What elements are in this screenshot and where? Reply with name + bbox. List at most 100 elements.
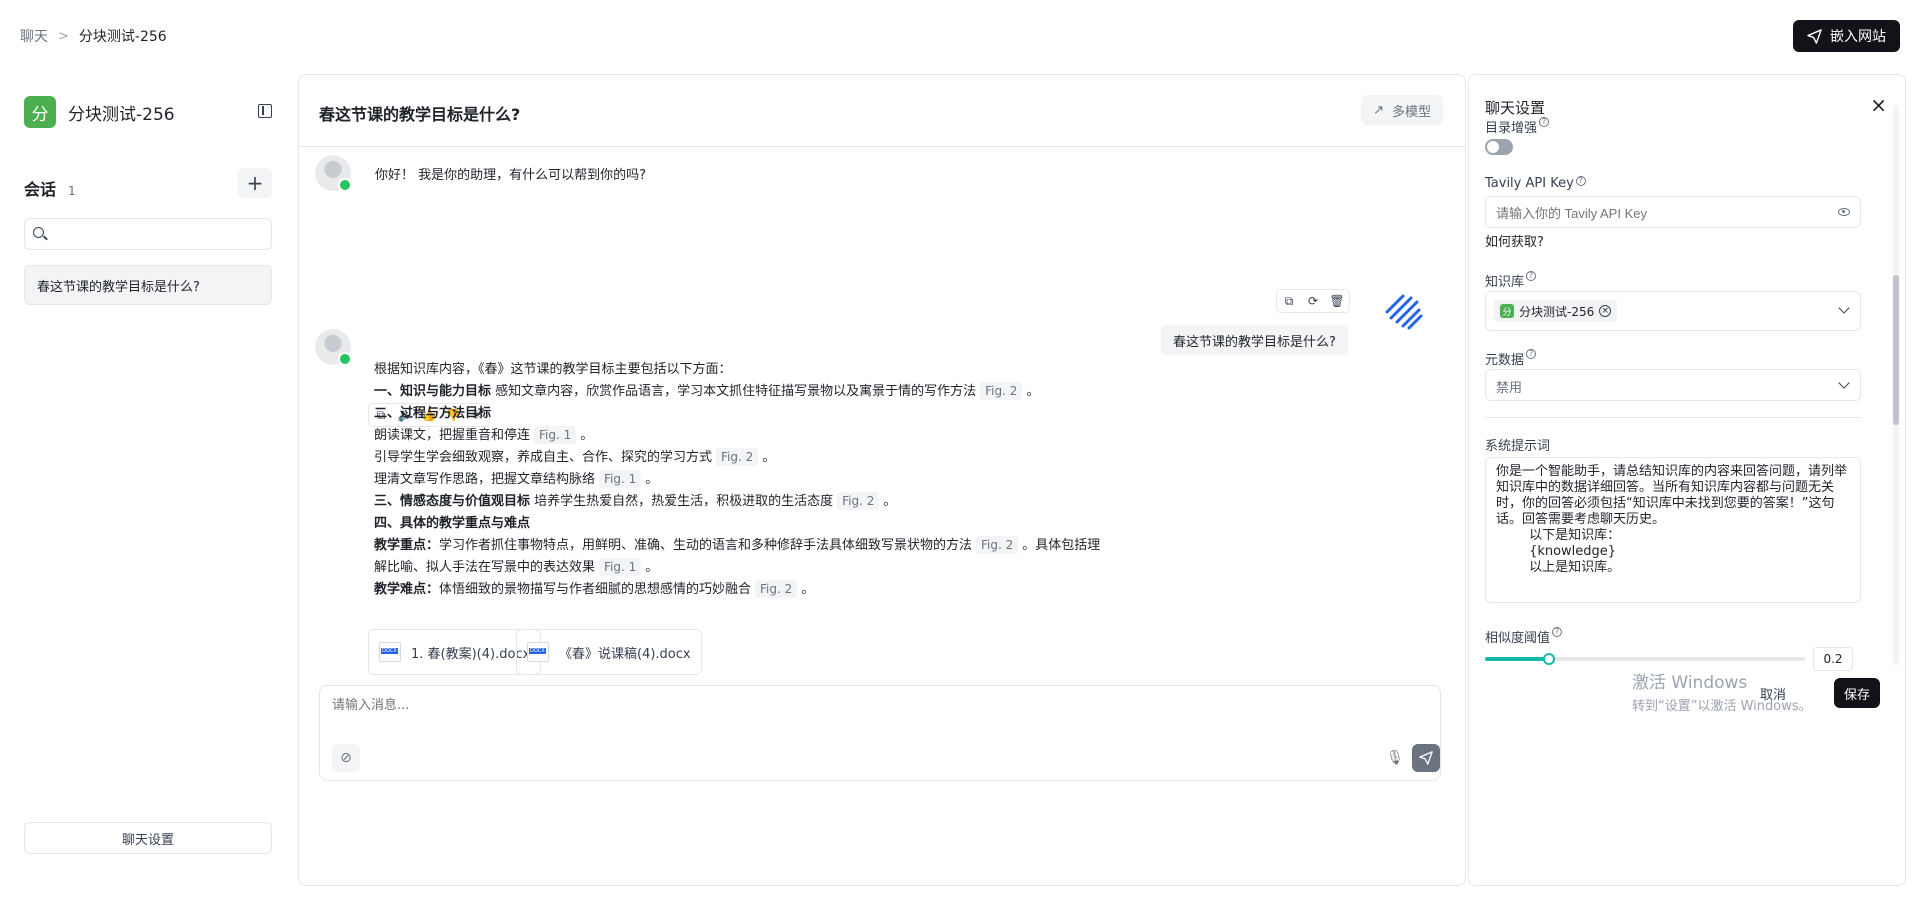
toc-label: 目录增强? — [1485, 117, 1550, 136]
send-message-button[interactable] — [1412, 744, 1440, 772]
how-to-get-link[interactable]: 如何获取? — [1485, 231, 1544, 250]
similarity-value[interactable]: 0.2 — [1813, 647, 1853, 671]
chevron-down-icon — [1838, 377, 1850, 389]
multi-model-button[interactable]: ↗ 多模型 — [1361, 95, 1443, 125]
figure-ref[interactable]: Fig. 1 — [599, 558, 642, 576]
settings-title: 聊天设置 — [1485, 99, 1546, 117]
chat-settings-panel: 聊天设置 × 目录增强? Tavily API Key? 如何获取? 知识库? … — [1468, 74, 1906, 886]
figure-ref[interactable]: Fig. 2 — [837, 492, 880, 510]
chat-settings-button[interactable]: 聊天设置 — [24, 822, 272, 854]
knowledge-base-tag: 分 分块测试-256 × — [1494, 300, 1618, 322]
assistant-avatar-2 — [315, 329, 352, 366]
paperclip-icon[interactable]: ⊘ — [332, 744, 360, 772]
assistant-avatar — [315, 155, 352, 192]
docx-file-icon — [527, 642, 549, 662]
kb-logo: 分 — [1500, 304, 1514, 318]
tavily-api-key-input[interactable] — [1496, 203, 1826, 223]
session-search-input[interactable] — [51, 223, 265, 245]
message-input[interactable] — [332, 694, 1422, 734]
chat-header: 春这节课的教学目标是什么? ↗ 多模型 — [299, 75, 1465, 147]
cancel-button[interactable]: 取消 — [1752, 678, 1794, 708]
figure-ref[interactable]: Fig. 2 — [755, 580, 798, 598]
metadata-select[interactable]: 禁用 — [1485, 369, 1861, 401]
similarity-label: 相似度阈值? — [1485, 627, 1563, 646]
breadcrumb-chat-link[interactable]: 聊天 — [20, 26, 48, 46]
help-icon: ? — [1526, 271, 1537, 281]
embed-website-button[interactable]: 嵌入网站 — [1793, 20, 1900, 52]
close-icon[interactable]: × — [1870, 93, 1887, 117]
figure-ref[interactable]: Fig. 1 — [599, 470, 642, 488]
document-name: 《春》说课稿(4).docx — [559, 646, 691, 662]
slider-fill — [1485, 657, 1549, 661]
remove-tag-icon[interactable]: × — [1599, 305, 1612, 317]
chat-title: 春这节课的教学目标是什么? — [319, 105, 521, 124]
figure-ref[interactable]: Fig. 2 — [716, 448, 759, 466]
answer-line: 四、具体的教学重点与难点 — [374, 516, 531, 531]
copy-icon[interactable]: ⧉ — [1277, 290, 1301, 312]
answer-line: 一、知识与能力目标 感知文章内容，欣赏作品语言，学习本文抓住特征描写景物以及寓景… — [374, 382, 1040, 400]
slider-handle[interactable] — [1543, 653, 1555, 665]
answer-line: 解比喻、拟人手法在写景中的表达效果 Fig. 1。 — [374, 558, 659, 576]
knowledge-base-select[interactable]: 分 分块测试-256 × — [1485, 291, 1861, 331]
docx-file-icon — [379, 642, 401, 662]
answer-line: 二、过程与方法目标 — [374, 406, 492, 421]
search-icon — [33, 227, 44, 238]
chat-panel: 春这节课的教学目标是什么? ↗ 多模型 你好！ 我是你的助理，有什么可以帮到你的… — [298, 74, 1466, 886]
delete-icon[interactable]: 🗑 — [1325, 290, 1349, 312]
help-icon: ? — [1575, 176, 1586, 186]
figure-ref[interactable]: Fig. 2 — [976, 536, 1019, 554]
help-icon: ? — [1526, 349, 1537, 359]
figure-ref[interactable]: Fig. 1 — [534, 426, 577, 444]
embed-website-label: 嵌入网站 — [1830, 29, 1886, 45]
settings-scrollbar[interactable] — [1893, 105, 1899, 665]
answer-line: 理清文章写作思路，把握文章结构脉络 Fig. 1。 — [374, 470, 659, 488]
add-session-button[interactable]: + — [238, 168, 272, 198]
document-card[interactable]: 《春》说课稿(4).docx — [516, 629, 702, 675]
figure-ref[interactable]: Fig. 2 — [980, 382, 1023, 400]
metadata-label: 元数据? — [1485, 349, 1537, 368]
scrollbar-thumb[interactable] — [1893, 275, 1899, 425]
sessions-header: 会话 1 — [24, 176, 76, 200]
system-prompt-label: 系统提示词 — [1485, 439, 1551, 454]
document-name: 1. 春(教案)(4).docx — [411, 646, 531, 662]
message-composer: ⊘ 🎙 — [319, 685, 1441, 781]
sessions-title: 会话 — [24, 180, 57, 199]
collapse-sidebar-icon[interactable] — [258, 104, 272, 118]
top-bar: 聊天 > 分块测试-256 嵌入网站 — [0, 0, 1920, 72]
user-avatar — [1385, 294, 1423, 330]
assistant-greeting: 你好！ 我是你的助理，有什么可以帮到你的吗? — [375, 168, 647, 183]
send-icon — [1419, 751, 1433, 765]
refresh-icon[interactable]: ⟳ — [1301, 290, 1325, 312]
sessions-count: 1 — [68, 184, 76, 198]
knowledge-base-label: 知识库? — [1485, 271, 1537, 290]
tavily-api-key-field — [1485, 196, 1861, 228]
breadcrumb-current: 分块测试-256 — [78, 29, 167, 45]
session-search — [24, 218, 272, 250]
microphone-icon[interactable]: 🎙 — [1386, 748, 1404, 768]
assistant-answer: 根据知识库内容，《春》这节课的教学目标主要包括以下方面： 一、知识与能力目标 感… — [374, 359, 1100, 601]
toc-toggle[interactable] — [1485, 139, 1513, 155]
session-item[interactable]: 春这节课的教学目标是什么? — [24, 265, 272, 305]
sidebar: 分 分块测试-256 会话 1 + 春这节课的教学目标是什么? 聊天设置 — [0, 72, 296, 919]
tavily-label: Tavily API Key? — [1485, 176, 1586, 191]
app-name: 分块测试-256 — [68, 104, 175, 125]
arrow-up-right-icon: ↗ — [1373, 102, 1384, 118]
app-logo: 分 — [24, 96, 56, 128]
user-message-actions: ⧉ ⟳ 🗑 — [1276, 289, 1350, 313]
breadcrumb-separator: > — [58, 28, 69, 44]
send-icon — [1807, 28, 1822, 44]
similarity-slider[interactable] — [1485, 653, 1805, 665]
answer-line: 教学重点：学习作者抓住事物特点，用鲜明、准确、生动的语言和多种修辞手法具体细致写… — [374, 536, 1101, 554]
divider — [1485, 417, 1861, 418]
eye-icon[interactable] — [1838, 208, 1850, 216]
answer-line: 三、情感态度与价值观目标 培养学生热爱自然，热爱生活，积极进取的生活态度 Fig.… — [374, 492, 897, 510]
save-button[interactable]: 保存 — [1834, 678, 1881, 708]
kb-tag-label: 分块测试-256 — [1519, 304, 1595, 319]
user-message: 春这节课的教学目标是什么? — [1161, 325, 1348, 355]
system-prompt-textarea[interactable]: 你是一个智能助手，请总结知识库的内容来回答问题，请列举知识库中的数据详细回答。当… — [1485, 457, 1861, 603]
answer-line: 根据知识库内容，《春》这节课的教学目标主要包括以下方面： — [374, 362, 732, 377]
answer-line: 引导学生学会细致观察，养成自主、合作、探究的学习方式 Fig. 2。 — [374, 448, 776, 466]
breadcrumb: 聊天 > 分块测试-256 — [20, 26, 167, 46]
multi-model-label: 多模型 — [1391, 104, 1431, 120]
answer-line: 教学难点：体悟细致的景物描写与作者细腻的思想感情的巧妙融合 Fig. 2。 — [374, 580, 815, 598]
